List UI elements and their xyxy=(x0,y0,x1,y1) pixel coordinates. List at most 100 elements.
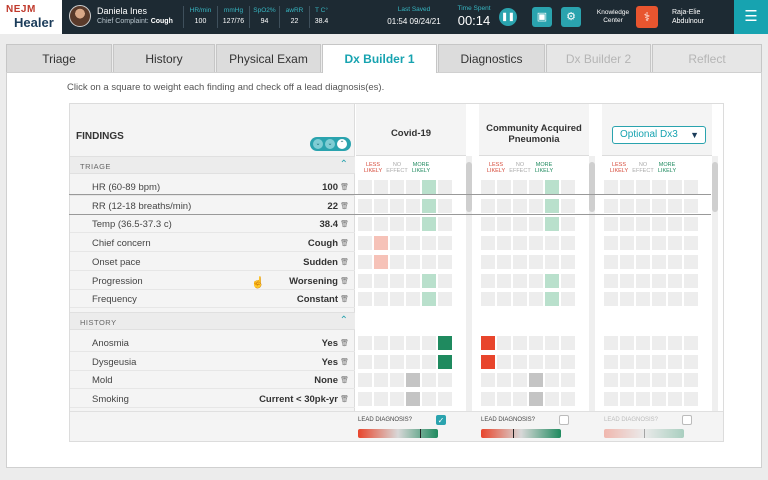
weight-cell[interactable] xyxy=(604,180,618,194)
weight-cell[interactable] xyxy=(529,180,543,194)
weight-cell[interactable] xyxy=(358,354,372,369)
weight-cell[interactable] xyxy=(481,392,495,406)
weight-cell[interactable] xyxy=(513,373,527,388)
trash-icon[interactable]: 🗑 xyxy=(340,295,349,303)
optional-dx-dropdown[interactable]: Optional Dx3 ▼ xyxy=(612,126,706,144)
weight-cell[interactable] xyxy=(438,392,452,406)
tab-physical-exam[interactable]: Physical Exam xyxy=(216,44,321,72)
weight-cell[interactable] xyxy=(390,273,404,288)
weight-cell[interactable] xyxy=(406,236,420,251)
weight-cell[interactable] xyxy=(390,217,404,232)
weight-cell[interactable] xyxy=(545,217,559,232)
weight-cell[interactable] xyxy=(406,335,420,350)
weight-cell[interactable] xyxy=(604,236,618,251)
weight-cell[interactable] xyxy=(529,354,543,369)
weight-cell[interactable] xyxy=(513,354,527,369)
weight-cell[interactable] xyxy=(481,373,495,388)
weight-cell[interactable] xyxy=(545,292,559,307)
weight-cell[interactable] xyxy=(561,180,575,194)
weight-cell[interactable] xyxy=(406,217,420,232)
weight-cell[interactable] xyxy=(438,292,452,307)
tab-dx-builder-1[interactable]: Dx Builder 1 xyxy=(322,44,437,73)
weight-cell[interactable] xyxy=(604,373,618,388)
weight-cell[interactable] xyxy=(529,373,543,388)
weight-cell[interactable] xyxy=(620,254,634,269)
weight-cell[interactable] xyxy=(636,180,650,194)
weight-cell[interactable] xyxy=(668,180,682,194)
weight-cell[interactable] xyxy=(390,354,404,369)
weight-cell[interactable] xyxy=(422,335,436,350)
weight-cell[interactable] xyxy=(481,254,495,269)
weight-cell[interactable] xyxy=(636,373,650,388)
weight-cell[interactable] xyxy=(652,236,666,251)
weight-cell[interactable] xyxy=(374,354,388,369)
weight-cell[interactable] xyxy=(545,180,559,194)
weight-cell[interactable] xyxy=(668,198,682,213)
weight-cell[interactable] xyxy=(390,236,404,251)
weight-cell[interactable] xyxy=(684,236,698,251)
weight-cell[interactable] xyxy=(668,373,682,388)
weight-cell[interactable] xyxy=(604,254,618,269)
weight-cell[interactable] xyxy=(481,236,495,251)
trash-icon[interactable]: 🗑 xyxy=(340,239,349,247)
weight-cell[interactable] xyxy=(636,217,650,232)
pause-button[interactable]: ❚❚ xyxy=(499,8,517,26)
weight-cell[interactable] xyxy=(620,273,634,288)
weight-cell[interactable] xyxy=(497,236,511,251)
weight-cell[interactable] xyxy=(406,392,420,406)
weight-cell[interactable] xyxy=(438,354,452,369)
weight-cell[interactable] xyxy=(529,254,543,269)
weight-cell[interactable] xyxy=(513,217,527,232)
weight-cell[interactable] xyxy=(422,392,436,406)
weight-cell[interactable] xyxy=(406,292,420,307)
trash-icon[interactable]: 🗑 xyxy=(340,277,349,285)
weight-cell[interactable] xyxy=(620,292,634,307)
weight-cell[interactable] xyxy=(668,335,682,350)
scrollbar-thumb[interactable] xyxy=(466,162,472,212)
trash-icon[interactable]: 🗑 xyxy=(340,258,349,266)
weight-cell[interactable] xyxy=(497,217,511,232)
weight-cell[interactable] xyxy=(497,198,511,213)
weight-cell[interactable] xyxy=(390,292,404,307)
weight-cell[interactable] xyxy=(668,254,682,269)
weight-cell[interactable] xyxy=(374,335,388,350)
weight-cell[interactable] xyxy=(684,292,698,307)
weight-cell[interactable] xyxy=(636,354,650,369)
weight-cell[interactable] xyxy=(652,292,666,307)
weight-cell[interactable] xyxy=(497,180,511,194)
weight-cell[interactable] xyxy=(636,254,650,269)
weight-cell[interactable] xyxy=(422,292,436,307)
weight-cell[interactable] xyxy=(422,354,436,369)
weight-cell[interactable] xyxy=(620,392,634,406)
weight-cell[interactable] xyxy=(513,198,527,213)
weight-cell[interactable] xyxy=(438,273,452,288)
weight-cell[interactable] xyxy=(561,254,575,269)
weight-cell[interactable] xyxy=(561,392,575,406)
weight-cell[interactable] xyxy=(358,292,372,307)
weight-cell[interactable] xyxy=(513,254,527,269)
weight-cell[interactable] xyxy=(620,373,634,388)
weight-cell[interactable] xyxy=(358,254,372,269)
weight-cell[interactable] xyxy=(545,236,559,251)
weight-cell[interactable] xyxy=(545,198,559,213)
weight-cell[interactable] xyxy=(513,180,527,194)
weight-cell[interactable] xyxy=(406,254,420,269)
weight-cell[interactable] xyxy=(561,198,575,213)
weight-cell[interactable] xyxy=(561,217,575,232)
weight-cell[interactable] xyxy=(684,354,698,369)
weight-cell[interactable] xyxy=(561,373,575,388)
weight-cell[interactable] xyxy=(620,335,634,350)
weight-cell[interactable] xyxy=(358,236,372,251)
weight-cell[interactable] xyxy=(684,373,698,388)
weight-cell[interactable] xyxy=(438,236,452,251)
weight-cell[interactable] xyxy=(513,236,527,251)
weight-cell[interactable] xyxy=(652,273,666,288)
weight-cell[interactable] xyxy=(620,198,634,213)
weight-cell[interactable] xyxy=(358,335,372,350)
weight-cell[interactable] xyxy=(406,373,420,388)
weight-cell[interactable] xyxy=(529,217,543,232)
weight-cell[interactable] xyxy=(545,373,559,388)
settings-button[interactable]: ⚙ xyxy=(561,7,581,27)
weight-cell[interactable] xyxy=(374,236,388,251)
weight-cell[interactable] xyxy=(529,273,543,288)
